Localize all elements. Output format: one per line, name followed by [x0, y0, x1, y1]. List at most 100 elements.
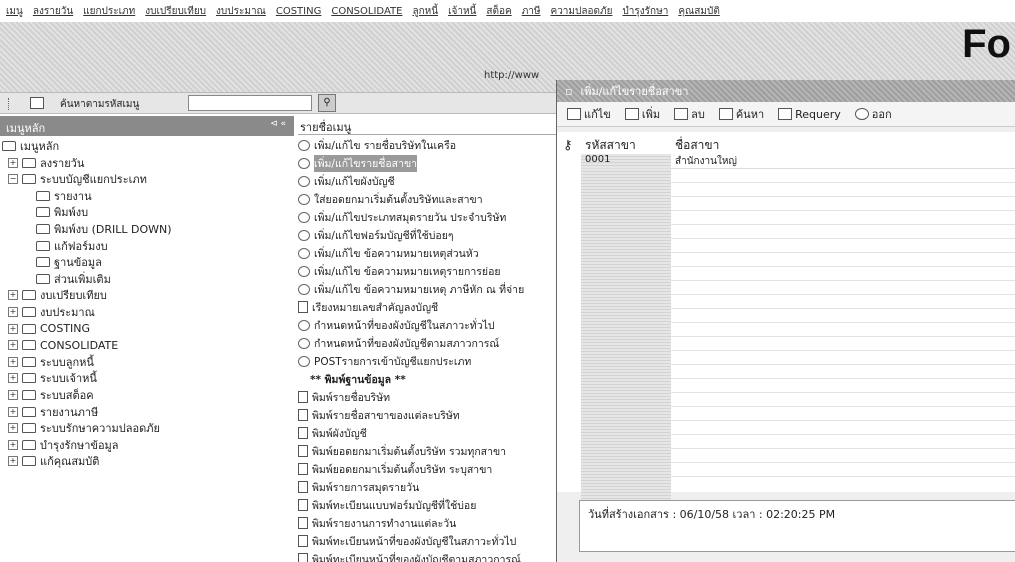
expand-icon[interactable]: + [8, 373, 18, 384]
menu-list-item[interactable]: พิมพ์ทะเบียนหน้าที่ของผังบัญชีในสภาวะทั่… [298, 532, 556, 550]
expand-icon[interactable]: + [8, 439, 18, 450]
menu-item-7[interactable]: ลูกหนี้ [412, 4, 438, 19]
menu-list-item-label: เพิ่ม/แก้ไข รายชื่อบริษัทในเครือ [314, 139, 457, 152]
toolbar-button-2[interactable]: ลบ [674, 105, 705, 123]
menu-list-item[interactable]: เพิ่ม/แก้ไข ข้อความหมายเหตุส่วนหัว [298, 244, 556, 262]
menu-item-5[interactable]: COSTING [276, 6, 322, 17]
menu-list-item[interactable]: พิมพ์ผังบัญชี [298, 424, 556, 442]
expand-icon[interactable]: + [8, 456, 18, 467]
window-titlebar[interactable]: ▫ เพิ่ม/แก้ไขรายชื่อสาขา [557, 80, 1015, 102]
menu-list-item[interactable]: พิมพ์ยอดยกมาเริ่มต้นตั้งบริษัท ระบุสาขา [298, 460, 556, 478]
menu-list-item[interactable]: เพิ่ม/แก้ไข รายชื่อบริษัทในเครือ [298, 136, 556, 154]
cell-branch-code[interactable]: 0001 [581, 154, 671, 168]
menu-list-item[interactable]: เพิ่ม/แก้ไข ข้อความหมายเหตุรายการย่อย [298, 262, 556, 280]
menu-list-item-label: เรียงหมายเลขสำคัญลงบัญชี [312, 301, 439, 314]
expand-icon[interactable]: + [8, 157, 18, 168]
tree-node[interactable]: ฐานข้อมูล [36, 254, 102, 270]
tree-node[interactable]: + บำรุงรักษาข้อมูล [8, 437, 119, 453]
menu-item-0[interactable]: เมนู [6, 4, 23, 19]
form-icon [298, 247, 310, 259]
menu-list-item[interactable]: ใส่ยอดยกมาเริ่มต้นตั้งบริษัทและสาขา [298, 190, 556, 208]
tree-node[interactable]: แก้ฟอร์มงบ [36, 238, 108, 254]
expand-icon[interactable]: + [8, 323, 18, 334]
edit-icon [567, 108, 581, 120]
menu-item-13[interactable]: คุณสมบัติ [678, 4, 720, 19]
tree-node[interactable]: + ระบบสต็อค [8, 387, 94, 403]
expand-icon[interactable]: + [8, 356, 18, 367]
tree-node[interactable]: + แก้คุณสมบัติ [8, 453, 99, 469]
toolbar-button-3[interactable]: ค้นหา [718, 105, 764, 123]
tree-node[interactable]: + ระบบรักษาความปลอดภัย [8, 420, 160, 436]
report-icon [298, 427, 308, 439]
menu-list-item[interactable]: พิมพ์ทะเบียนแบบฟอร์มบัญชีที่ใช้บ่อย [298, 496, 556, 514]
tree-node[interactable]: พิมพ์งบ [36, 204, 88, 220]
tree-node[interactable]: + ลงรายวัน [8, 155, 84, 171]
cell-branch-name[interactable]: สำนักงานใหญ่ [671, 154, 1015, 168]
grid-line [671, 266, 1015, 267]
menu-list-item[interactable]: พิมพ์ยอดยกมาเริ่มต้นตั้งบริษัท รวมทุกสาข… [298, 442, 556, 460]
menu-list-item[interactable]: เพิ่ม/แก้ไขประเภทสมุดรายวัน ประจำบริษัท [298, 208, 556, 226]
tree-node[interactable]: + งบประมาณ [8, 304, 95, 320]
tree-node[interactable]: รายงาน [36, 188, 92, 204]
menu-list-item[interactable]: เพิ่ม/แก้ไข ข้อความหมายเหตุ ภาษีหัก ณ ที… [298, 280, 556, 298]
collapse-icon[interactable]: − [8, 174, 18, 185]
menu-list-item[interactable]: เรียงหมายเลขสำคัญลงบัญชี [298, 298, 556, 316]
menu-list-item-label: เพิ่ม/แก้ไขรายชื่อสาขา [314, 154, 418, 172]
pin-icon[interactable]: ⊲ « [270, 119, 286, 129]
toolbar-grip[interactable] [8, 98, 12, 110]
menu-list-item[interactable]: กำหนดหน้าที่ของผังบัญชีตามสภาวการณ์ [298, 334, 556, 352]
tree-node[interactable]: + ระบบเจ้าหนี้ [8, 370, 97, 386]
menu-item-2[interactable]: แยกประเภท [83, 4, 135, 19]
menu-list-item[interactable]: ** พิมพ์ฐานข้อมูล ** [298, 370, 556, 388]
tree-node[interactable]: + CONSOLIDATE [8, 337, 118, 353]
row-selector-column[interactable] [581, 154, 671, 514]
toolbar-button-1[interactable]: เพิ่ม [624, 105, 660, 123]
menu-list-item[interactable]: POSTรายการเข้าบัญชีแยกประเภท [298, 352, 556, 370]
col-branch-name[interactable]: ชื่อสาขา [671, 136, 1015, 152]
tree-node-label: ระบบบัญชีแยกประเภท [40, 173, 147, 187]
search-button[interactable]: ⚲ [318, 94, 336, 112]
tree-node[interactable]: + รายงานภาษี [8, 404, 98, 420]
tree-node[interactable]: ส่วนเพิ่มเติม [36, 271, 111, 287]
menu-item-1[interactable]: ลงรายวัน [33, 4, 73, 19]
menu-item-4[interactable]: งบประมาณ [216, 4, 266, 19]
expand-icon[interactable]: + [8, 307, 18, 317]
expand-icon[interactable]: + [8, 290, 18, 301]
tree-node[interactable]: เมนูหลัก [2, 138, 59, 154]
expand-icon[interactable]: + [8, 390, 18, 400]
menu-item-8[interactable]: เจ้าหนี้ [448, 4, 476, 19]
tree-node[interactable]: + งบเปรียบเทียบ [8, 287, 107, 303]
col-branch-code[interactable]: รหัสสาขา [581, 136, 671, 152]
grid-line [671, 210, 1015, 211]
toolbar-button-4[interactable]: Requery [778, 108, 841, 121]
menu-list-item[interactable]: เพิ่ม/แก้ไขฟอร์มบัญชีที่ใช้บ่อยๆ [298, 226, 556, 244]
menu-list-item[interactable]: พิมพ์รายชื่อบริษัท [298, 388, 556, 406]
menu-list-item[interactable]: พิมพ์รายชื่อสาขาของแต่ละบริษัท [298, 406, 556, 424]
grid-line [671, 224, 1015, 225]
menu-item-12[interactable]: บำรุงรักษา [622, 4, 668, 19]
menu-list-item[interactable]: กำหนดหน้าที่ของผังบัญชีในสภาวะทั่วไป [298, 316, 556, 334]
menu-item-6[interactable]: CONSOLIDATE [331, 6, 402, 17]
menu-list-item[interactable]: พิมพ์รายการสมุดรายวัน [298, 478, 556, 496]
menu-item-3[interactable]: งบเปรียบเทียบ [145, 4, 206, 19]
menu-list-item[interactable]: พิมพ์รายงานการทำงานแต่ละวัน [298, 514, 556, 532]
menu-item-9[interactable]: สต็อค [486, 4, 511, 19]
tree-node[interactable]: − ระบบบัญชีแยกประเภท [8, 171, 147, 187]
menu-list-item[interactable]: เพิ่ม/แก้ไขผังบัญชี [298, 172, 556, 190]
tree-node[interactable]: พิมพ์งบ (DRILL DOWN) [36, 221, 172, 237]
menu-item-10[interactable]: ภาษี [522, 4, 541, 19]
folder-icon [22, 340, 36, 351]
expand-icon[interactable]: + [8, 423, 18, 434]
form-icon [298, 211, 310, 223]
grid-row[interactable]: 0001 สำนักงานใหญ่ [581, 154, 1015, 169]
expand-icon[interactable]: + [8, 340, 18, 351]
toolbar-button-0[interactable]: แก้ไข [567, 105, 611, 123]
tree-node[interactable]: + ระบบลูกหนี้ [8, 354, 94, 370]
menu-code-search-input[interactable] [188, 95, 312, 111]
menu-list-item[interactable]: เพิ่ม/แก้ไขรายชื่อสาขา [298, 154, 556, 172]
expand-icon[interactable]: + [8, 406, 18, 417]
toolbar-button-5[interactable]: ออก [854, 105, 892, 123]
tree-node[interactable]: + COSTING [8, 321, 90, 337]
menu-list-item[interactable]: พิมพ์ทะเบียนหน้าที่ของผังบัญชีตามสภาวการ… [298, 550, 556, 562]
menu-item-11[interactable]: ความปลอดภัย [551, 4, 613, 19]
